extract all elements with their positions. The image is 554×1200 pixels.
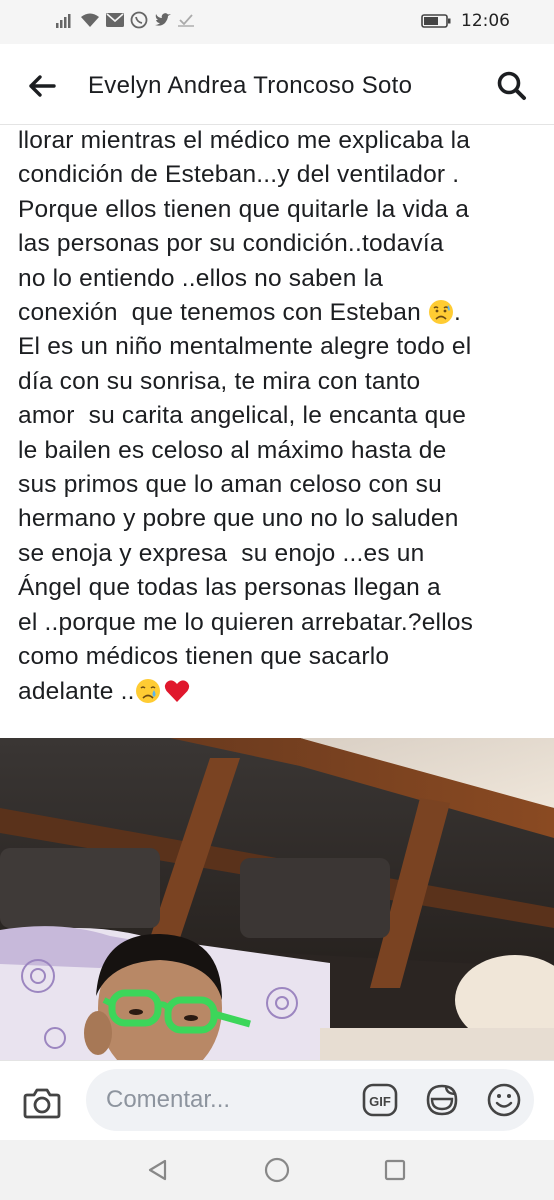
comment-input[interactable]: Comentar... GIF [86,1069,534,1131]
notification-icons [56,11,194,29]
gif-icon: GIF [362,1083,398,1117]
gif-label: GIF [369,1094,391,1109]
page-title: Evelyn Andrea Troncoso Soto [88,72,413,99]
smiley-icon [487,1083,521,1117]
post-line-text: conexión que tenemos con Esteban [18,299,428,327]
comment-bar: Comentar... GIF [0,1060,554,1141]
clock: 12:06 [461,11,510,31]
sticker-button[interactable] [424,1082,460,1118]
post-line-with-emoji: conexión que tenemos con Esteban . [18,296,548,330]
post-line: condición de Esteban...y del ventilador … [18,161,460,189]
sticker-icon [426,1084,458,1116]
nav-home-button[interactable] [263,1156,291,1184]
arrow-left-icon [29,75,56,97]
post-line: sus primos que lo aman celoso con su [18,471,442,499]
camera-button[interactable] [20,1081,64,1125]
red-heart-emoji [164,679,189,702]
post-line: amor su carita angelical, le encanta que [18,402,467,430]
twitter-icon [155,13,171,26]
post-line-with-emoji: adelante .. [18,675,548,709]
boy-with-green-glasses-photo[interactable] [0,738,554,1060]
post-line: el ..porque me lo quieren arrebatar.?ell… [18,608,474,636]
sad-relieved-face-emoji [428,300,453,325]
whatsapp-icon [130,11,148,29]
post-line: llorar mientras el médico me explicaba l… [18,127,471,154]
search-button[interactable] [490,64,534,108]
wifi-icon [81,13,99,27]
post-line: no lo entiendo ..ellos no saben la [18,264,384,292]
app-header: Evelyn Andrea Troncoso Soto [0,44,554,125]
post-line: día con su sonrisa, te mira con tanto [18,367,421,395]
comment-placeholder: Comentar... [106,1086,231,1113]
post-line: le bailen es celoso al máximo hasta de [18,436,447,464]
post-line: se enoja y expresa su enojo ...es un [18,539,425,567]
post-body: llorar mientras el médico me explicaba l… [18,124,548,709]
post-line: las personas por su condición..todavía [18,230,444,258]
check-icon [178,14,194,27]
status-bar: 12:06 [0,0,554,44]
post-line: Ángel que todas las personas llegan a [18,574,441,602]
status-right: 12:06 [421,11,510,31]
camera-icon [23,1088,61,1119]
home-circle-icon [264,1157,290,1183]
photo-image [0,738,554,1060]
crying-face-emoji [135,678,160,703]
emoji-button[interactable] [486,1082,522,1118]
mail-icon [106,13,124,27]
post-line: hermano y pobre que uno no lo saluden [18,505,459,533]
system-nav-bar [0,1140,554,1200]
back-triangle-icon [148,1159,167,1181]
post-line: El es un niño mentalmente alegre todo el [18,333,472,361]
post-line-text: . [453,299,461,327]
nav-back-button[interactable] [144,1156,172,1184]
post-line-text: adelante .. [18,677,135,705]
nav-recents-button[interactable] [381,1156,409,1184]
back-button[interactable] [20,64,64,108]
recents-square-icon [384,1159,406,1181]
search-icon [497,71,526,100]
signal-icon [56,14,71,28]
gif-button[interactable]: GIF [362,1082,398,1118]
battery-icon [421,14,451,28]
post-line: como médicos tienen que sacarlo [18,643,390,671]
post-line: Porque ellos tienen que quitarle la vida… [18,195,470,223]
